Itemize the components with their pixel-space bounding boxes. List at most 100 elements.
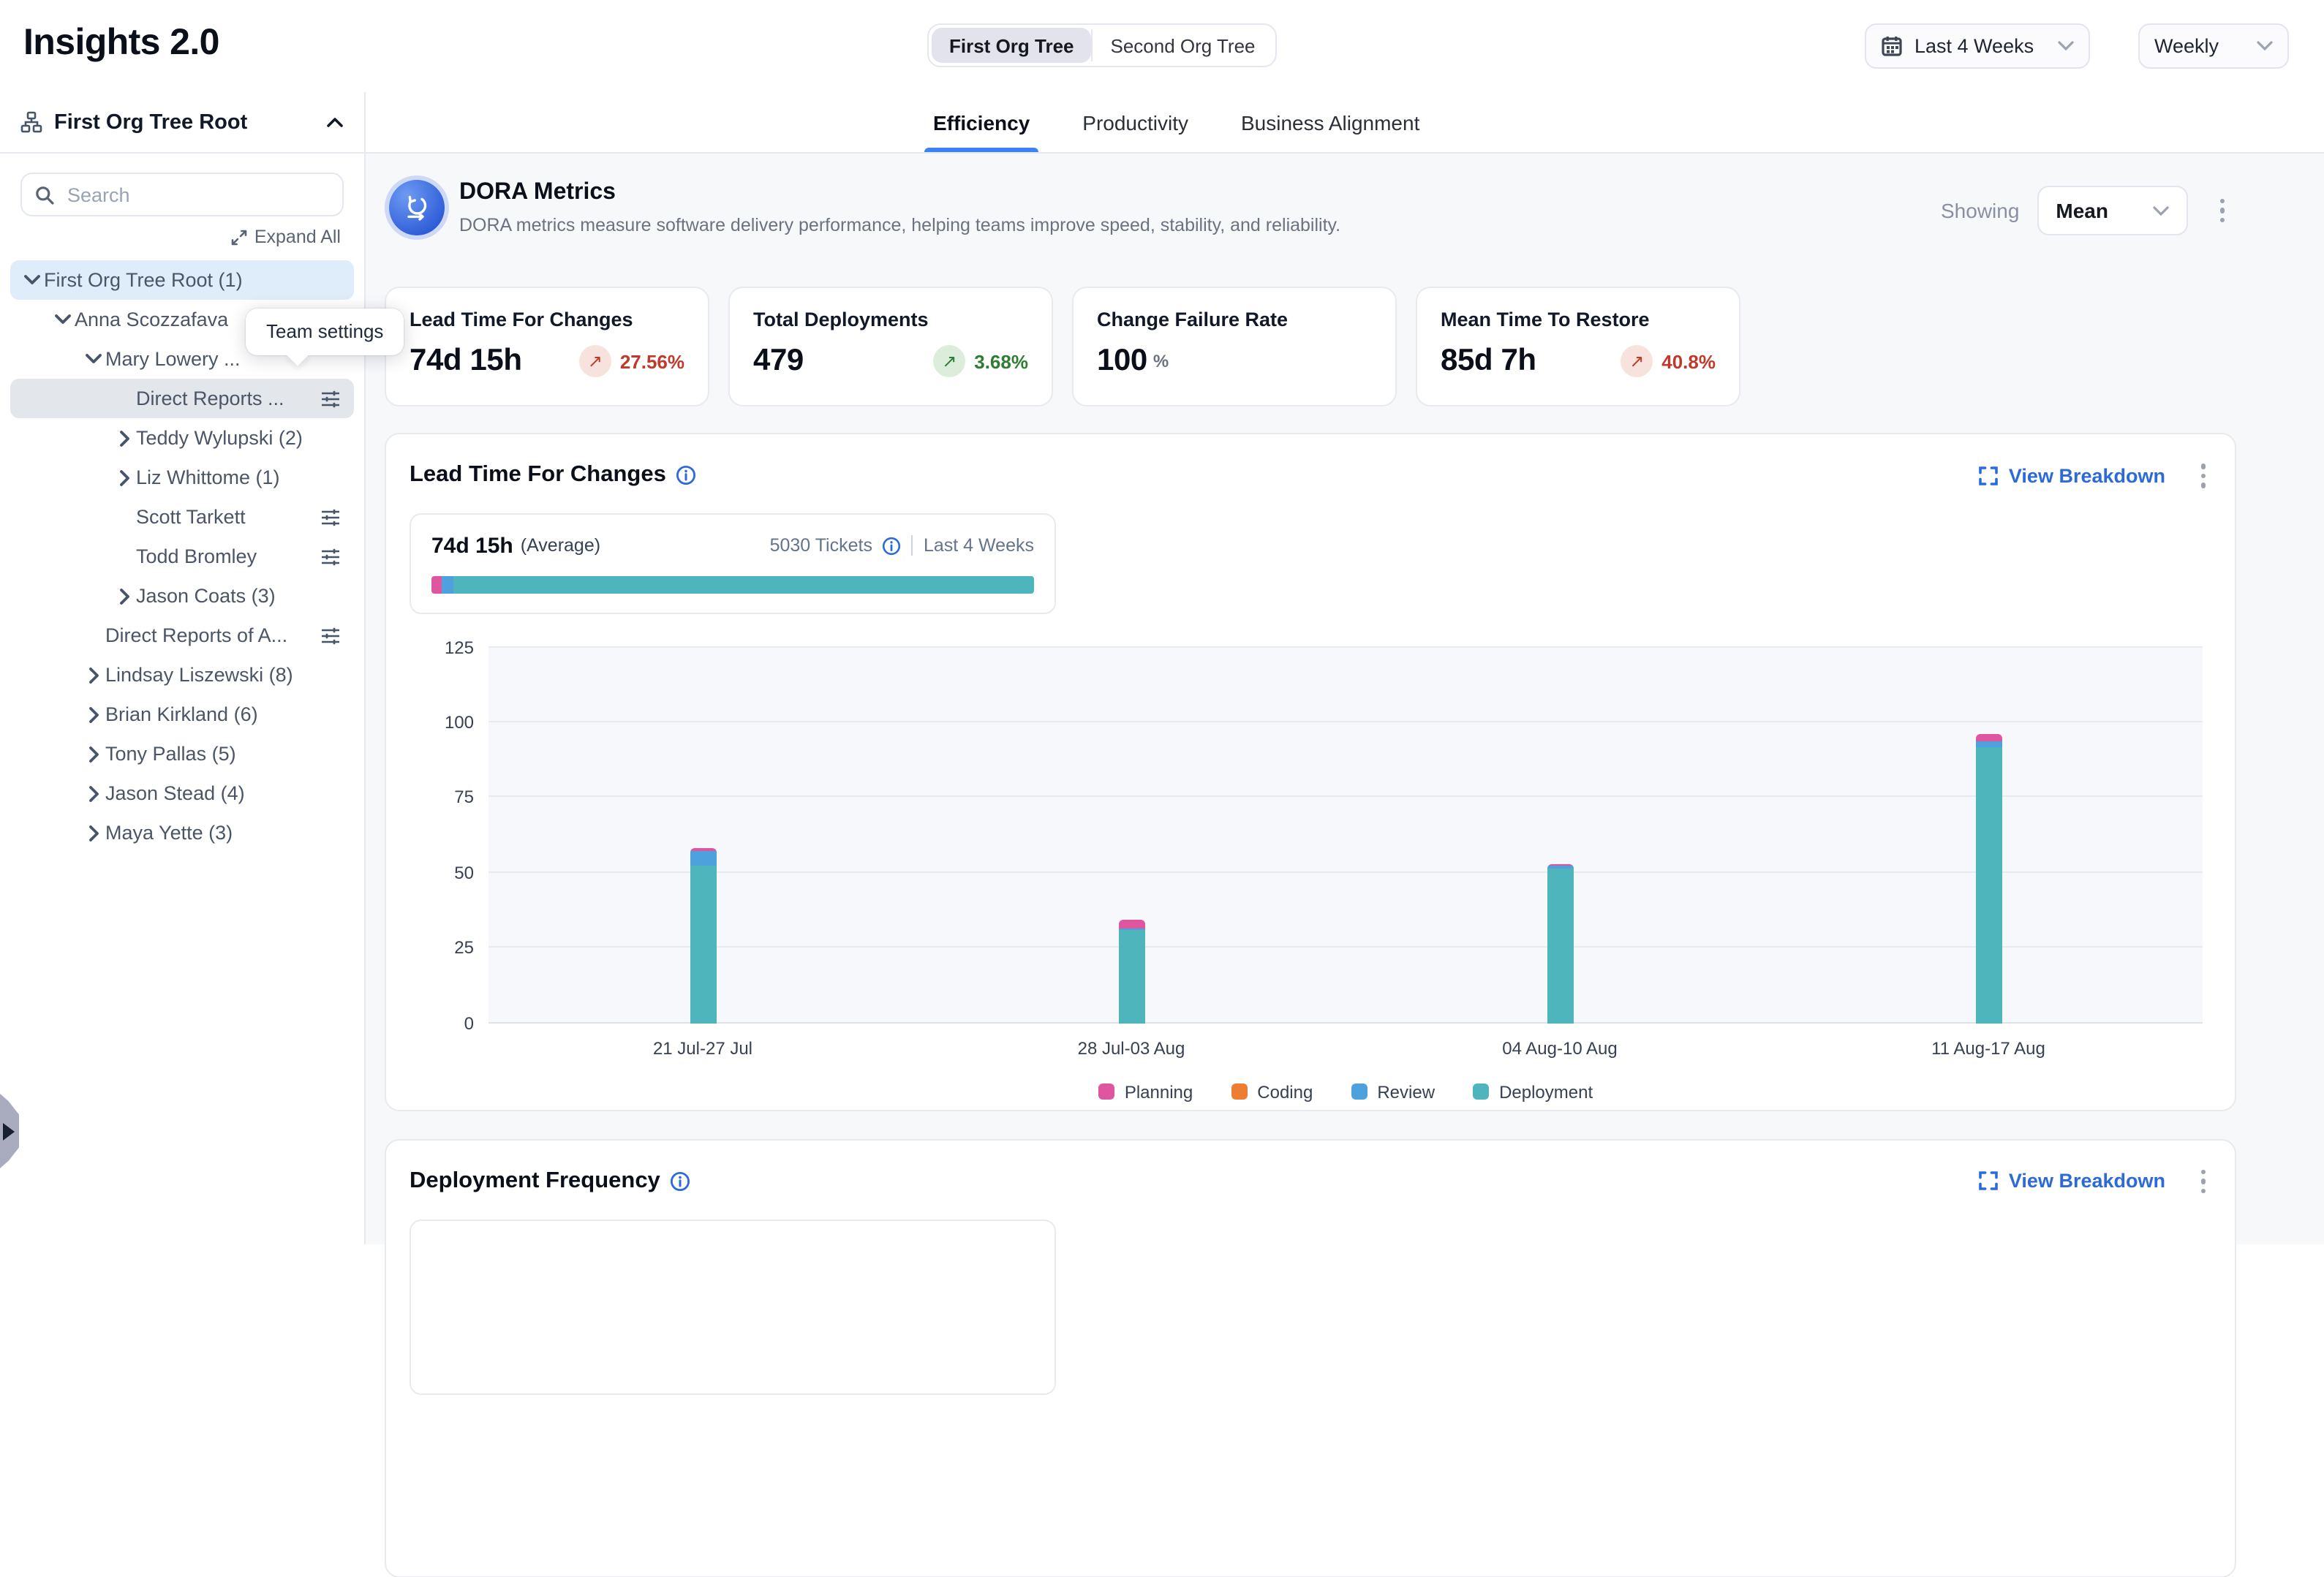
- team-settings-button[interactable]: [320, 507, 341, 527]
- y-axis-tick-label: 0: [410, 1013, 474, 1033]
- tree-row[interactable]: Direct Reports of A...: [10, 616, 354, 655]
- summary-value: 74d 15h: [431, 533, 513, 558]
- dora-kebab-menu[interactable]: [2214, 193, 2230, 229]
- gridline-25: [488, 946, 2203, 948]
- team-settings-icon[interactable]: [320, 388, 341, 409]
- sidebar-header-title: First Org Tree Root: [54, 110, 314, 134]
- deployment-title: Deployment Frequency: [410, 1168, 691, 1195]
- metric-delta-badge: ↗ 3.68%: [933, 345, 1028, 377]
- tree-row[interactable]: Maya Yette (3): [10, 813, 354, 852]
- bar-segment-planning: [1975, 734, 2002, 741]
- chevron-right-icon[interactable]: [80, 821, 105, 844]
- metric-card: Mean Time To Restore85d 7h↗40.8%: [1416, 287, 1740, 406]
- tree-row[interactable]: Brian Kirkland (6): [10, 695, 354, 734]
- chevron-right-icon[interactable]: [80, 742, 105, 765]
- tree-row[interactable]: Tony Pallas (5): [10, 734, 354, 774]
- expand-all-icon: [231, 229, 247, 245]
- legend-label: Review: [1377, 1081, 1435, 1102]
- deployment-actions: View Breakdown: [1980, 1163, 2211, 1199]
- chevron-spacer: [111, 387, 136, 410]
- team-settings-icon[interactable]: [320, 507, 341, 527]
- tree-item-label: Liz Whittome (1): [136, 466, 280, 488]
- legend-swatch: [1098, 1084, 1114, 1100]
- chevron-down-icon[interactable]: [19, 268, 44, 292]
- tree-row[interactable]: First Org Tree Root (1): [10, 260, 354, 300]
- phase-segment-planning: [431, 575, 442, 593]
- gridline-0: [488, 1021, 2203, 1023]
- metric-card-title: Mean Time To Restore: [1441, 309, 1716, 330]
- tree-row[interactable]: Todd Bromley: [10, 537, 354, 576]
- tree-row[interactable]: Scott Tarkett: [10, 497, 354, 537]
- org-tree-toggle: First Org Tree Second Org Tree: [927, 23, 1278, 67]
- team-settings-icon[interactable]: [320, 625, 341, 646]
- chevron-down-icon[interactable]: [80, 347, 105, 371]
- team-settings-button[interactable]: [320, 546, 341, 567]
- tree-row[interactable]: Liz Whittome (1): [10, 458, 354, 497]
- tree-row[interactable]: Jason Coats (3): [10, 576, 354, 616]
- tree-item-label: Jason Stead (4): [105, 782, 245, 804]
- view-breakdown-label: View Breakdown: [2009, 1171, 2165, 1192]
- view-breakdown-link[interactable]: View Breakdown: [1980, 465, 2165, 487]
- bar-11-Aug-17-Aug: [1975, 734, 2002, 1023]
- sidebar-search: [20, 173, 344, 216]
- bar-segment-review: [1975, 742, 2002, 748]
- tree-row[interactable]: Lindsay Liszewski (8): [10, 655, 354, 695]
- dora-metrics-header: DORA Metrics DORA metrics measure softwa…: [389, 177, 2320, 268]
- team-settings-button[interactable]: [320, 625, 341, 646]
- gridline-50: [488, 871, 2203, 872]
- showing-label: Showing: [1941, 199, 2019, 222]
- search-input[interactable]: [64, 182, 329, 207]
- chevron-right-icon[interactable]: [80, 703, 105, 726]
- toggle-second-org-tree[interactable]: Second Org Tree: [1093, 28, 1273, 63]
- chart-legend: Planning Coding Review Deployment: [488, 1081, 2203, 1102]
- bar-segment-deployment: [1118, 930, 1144, 1023]
- chevron-right-icon[interactable]: [80, 782, 105, 805]
- chevron-right-icon[interactable]: [111, 466, 136, 489]
- chevron-right-icon[interactable]: [80, 663, 105, 687]
- legend-item-deployment: Deployment: [1473, 1081, 1593, 1102]
- deployment-kebab-menu[interactable]: [2195, 1163, 2211, 1199]
- trend-up-arrow-icon: ↗: [579, 345, 611, 377]
- tree-item-label: Lindsay Liszewski (8): [105, 664, 293, 686]
- chevron-right-icon[interactable]: [111, 584, 136, 608]
- lead-time-card-header: Lead Time For Changes View Breakdown: [410, 458, 2211, 493]
- chevron-down-icon[interactable]: [50, 308, 75, 331]
- chevron-right-icon[interactable]: [111, 426, 136, 450]
- tree-row[interactable]: Jason Stead (4): [10, 774, 354, 813]
- team-settings-button[interactable]: [320, 388, 341, 409]
- tab-bar: Efficiency Productivity Business Alignme…: [366, 92, 2324, 154]
- team-settings-icon[interactable]: [320, 546, 341, 567]
- expand-all-button[interactable]: Expand All: [231, 227, 341, 247]
- y-axis-tick-label: 50: [410, 862, 474, 882]
- legend-label: Planning: [1125, 1081, 1193, 1102]
- toggle-first-org-tree[interactable]: First Org Tree: [932, 28, 1092, 63]
- tree-item-label: Teddy Wylupski (2): [136, 427, 303, 449]
- metric-card: Change Failure Rate100%: [1072, 287, 1397, 406]
- metric-delta-badge: ↗27.56%: [579, 345, 684, 377]
- info-icon[interactable]: [671, 1171, 691, 1192]
- tab-productivity[interactable]: Productivity: [1082, 92, 1188, 152]
- tab-business-alignment[interactable]: Business Alignment: [1241, 92, 1419, 152]
- metric-delta-value: 3.68%: [974, 350, 1028, 372]
- summary-tickets: 5030 Tickets: [770, 535, 872, 556]
- tree-row[interactable]: Direct Reports ...: [10, 379, 354, 418]
- deployment-card-header: Deployment Frequency View Breakdown: [410, 1163, 2211, 1199]
- trend-up-arrow-icon: ↗: [933, 345, 965, 377]
- lead-time-chart: 21 Jul-27 Jul28 Jul-03 Aug04 Aug-10 Aug1…: [410, 647, 2211, 1086]
- lead-time-actions: View Breakdown: [1980, 458, 2211, 493]
- granularity-select[interactable]: Weekly: [2138, 23, 2289, 69]
- sidebar-collapse-chevron-up-icon[interactable]: [326, 116, 344, 128]
- lead-time-kebab-menu[interactable]: [2195, 458, 2211, 493]
- legend-label: Coding: [1257, 1081, 1313, 1102]
- view-breakdown-link[interactable]: View Breakdown: [1980, 1171, 2165, 1192]
- info-icon[interactable]: [883, 536, 902, 555]
- date-range-select[interactable]: Last 4 Weeks: [1865, 23, 2090, 69]
- view-breakdown-label: View Breakdown: [2009, 465, 2165, 487]
- metric-card-title: Change Failure Rate: [1097, 309, 1372, 330]
- phase-segment-review: [442, 575, 453, 593]
- tree-row[interactable]: Teddy Wylupski (2): [10, 418, 354, 458]
- showing-mean-select[interactable]: Mean: [2037, 186, 2187, 235]
- info-icon[interactable]: [676, 466, 697, 486]
- gridline-100: [488, 721, 2203, 722]
- tab-efficiency[interactable]: Efficiency: [933, 92, 1030, 152]
